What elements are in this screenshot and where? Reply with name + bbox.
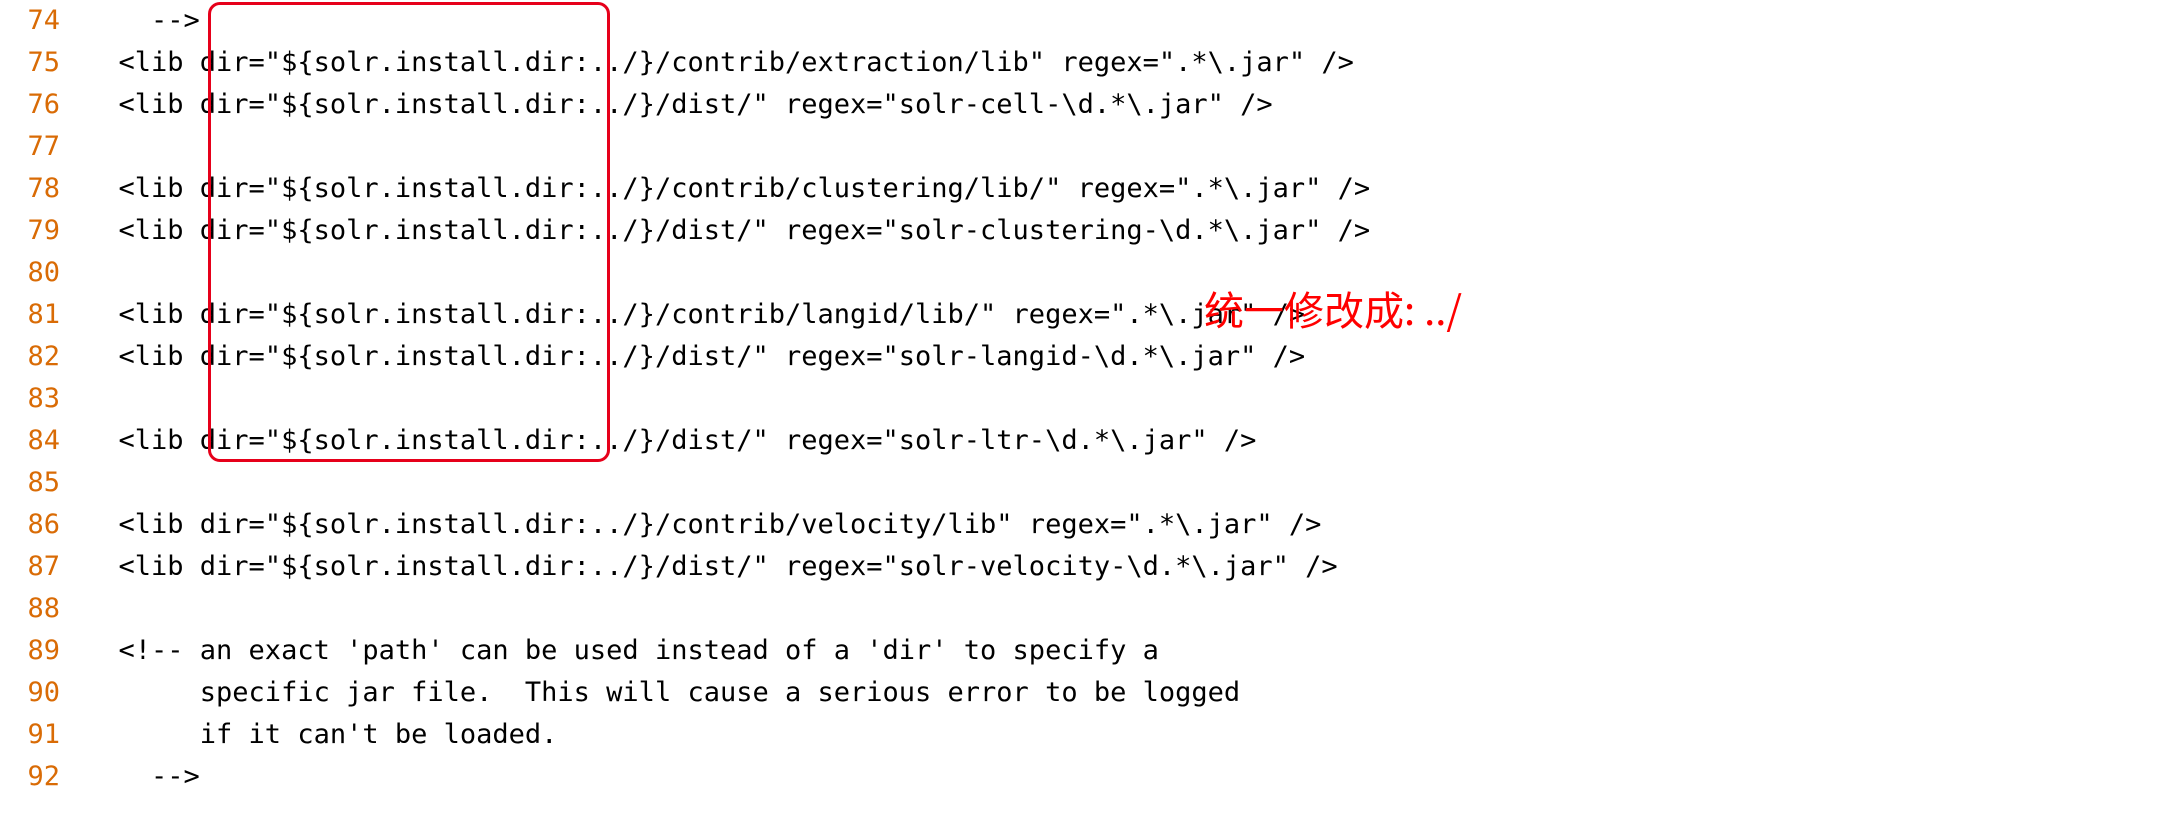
code-text: specific jar file. This will cause a ser…: [86, 672, 1240, 714]
code-block: 74 -->75 <lib dir="${solr.install.dir:..…: [0, 0, 2164, 798]
code-text: <lib dir="${solr.install.dir:../}/dist/"…: [86, 546, 1338, 588]
code-text: <lib dir="${solr.install.dir:../}/dist/"…: [86, 336, 1305, 378]
line-number: 78: [0, 168, 86, 210]
line-number: 86: [0, 504, 86, 546]
code-text: <lib dir="${solr.install.dir:../}/contri…: [86, 504, 1321, 546]
line-number: 83: [0, 378, 86, 420]
code-row: 89 <!-- an exact 'path' can be used inst…: [0, 630, 2164, 672]
code-row: 78 <lib dir="${solr.install.dir:../}/con…: [0, 168, 2164, 210]
line-number: 91: [0, 714, 86, 756]
code-text: <lib dir="${solr.install.dir:../}/contri…: [86, 168, 1370, 210]
line-number: 81: [0, 294, 86, 336]
code-row: 76 <lib dir="${solr.install.dir:../}/dis…: [0, 84, 2164, 126]
code-row: 92 -->: [0, 756, 2164, 798]
code-text: <lib dir="${solr.install.dir:../}/dist/"…: [86, 210, 1370, 252]
code-text: -->: [86, 0, 200, 42]
line-number: 79: [0, 210, 86, 252]
line-number: 74: [0, 0, 86, 42]
line-number: 90: [0, 672, 86, 714]
line-number: 76: [0, 84, 86, 126]
annotation-label: 统一修改成: ../: [1204, 288, 1462, 328]
line-number: 87: [0, 546, 86, 588]
code-row: 82 <lib dir="${solr.install.dir:../}/dis…: [0, 336, 2164, 378]
code-row: 80: [0, 252, 2164, 294]
code-row: 90 specific jar file. This will cause a …: [0, 672, 2164, 714]
code-text: <lib dir="${solr.install.dir:../}/contri…: [86, 42, 1354, 84]
line-number: 88: [0, 588, 86, 630]
code-text: if it can't be loaded.: [86, 714, 557, 756]
code-row: 79 <lib dir="${solr.install.dir:../}/dis…: [0, 210, 2164, 252]
line-number: 92: [0, 756, 86, 798]
code-row: 81 <lib dir="${solr.install.dir:../}/con…: [0, 294, 2164, 336]
line-number: 85: [0, 462, 86, 504]
code-text: <lib dir="${solr.install.dir:../}/contri…: [86, 294, 1305, 336]
line-number: 84: [0, 420, 86, 462]
code-row: 77: [0, 126, 2164, 168]
code-text: <lib dir="${solr.install.dir:../}/dist/"…: [86, 420, 1256, 462]
code-row: 83: [0, 378, 2164, 420]
line-number: 80: [0, 252, 86, 294]
code-row: 85: [0, 462, 2164, 504]
code-text: <lib dir="${solr.install.dir:../}/dist/"…: [86, 84, 1273, 126]
line-number: 75: [0, 42, 86, 84]
code-row: 86 <lib dir="${solr.install.dir:../}/con…: [0, 504, 2164, 546]
line-number: 82: [0, 336, 86, 378]
line-number: 77: [0, 126, 86, 168]
code-row: 75 <lib dir="${solr.install.dir:../}/con…: [0, 42, 2164, 84]
code-text: -->: [86, 756, 200, 798]
code-row: 91 if it can't be loaded.: [0, 714, 2164, 756]
code-row: 74 -->: [0, 0, 2164, 42]
code-row: 84 <lib dir="${solr.install.dir:../}/dis…: [0, 420, 2164, 462]
code-text: <!-- an exact 'path' can be used instead…: [86, 630, 1159, 672]
code-row: 88: [0, 588, 2164, 630]
code-row: 87 <lib dir="${solr.install.dir:../}/dis…: [0, 546, 2164, 588]
line-number: 89: [0, 630, 86, 672]
